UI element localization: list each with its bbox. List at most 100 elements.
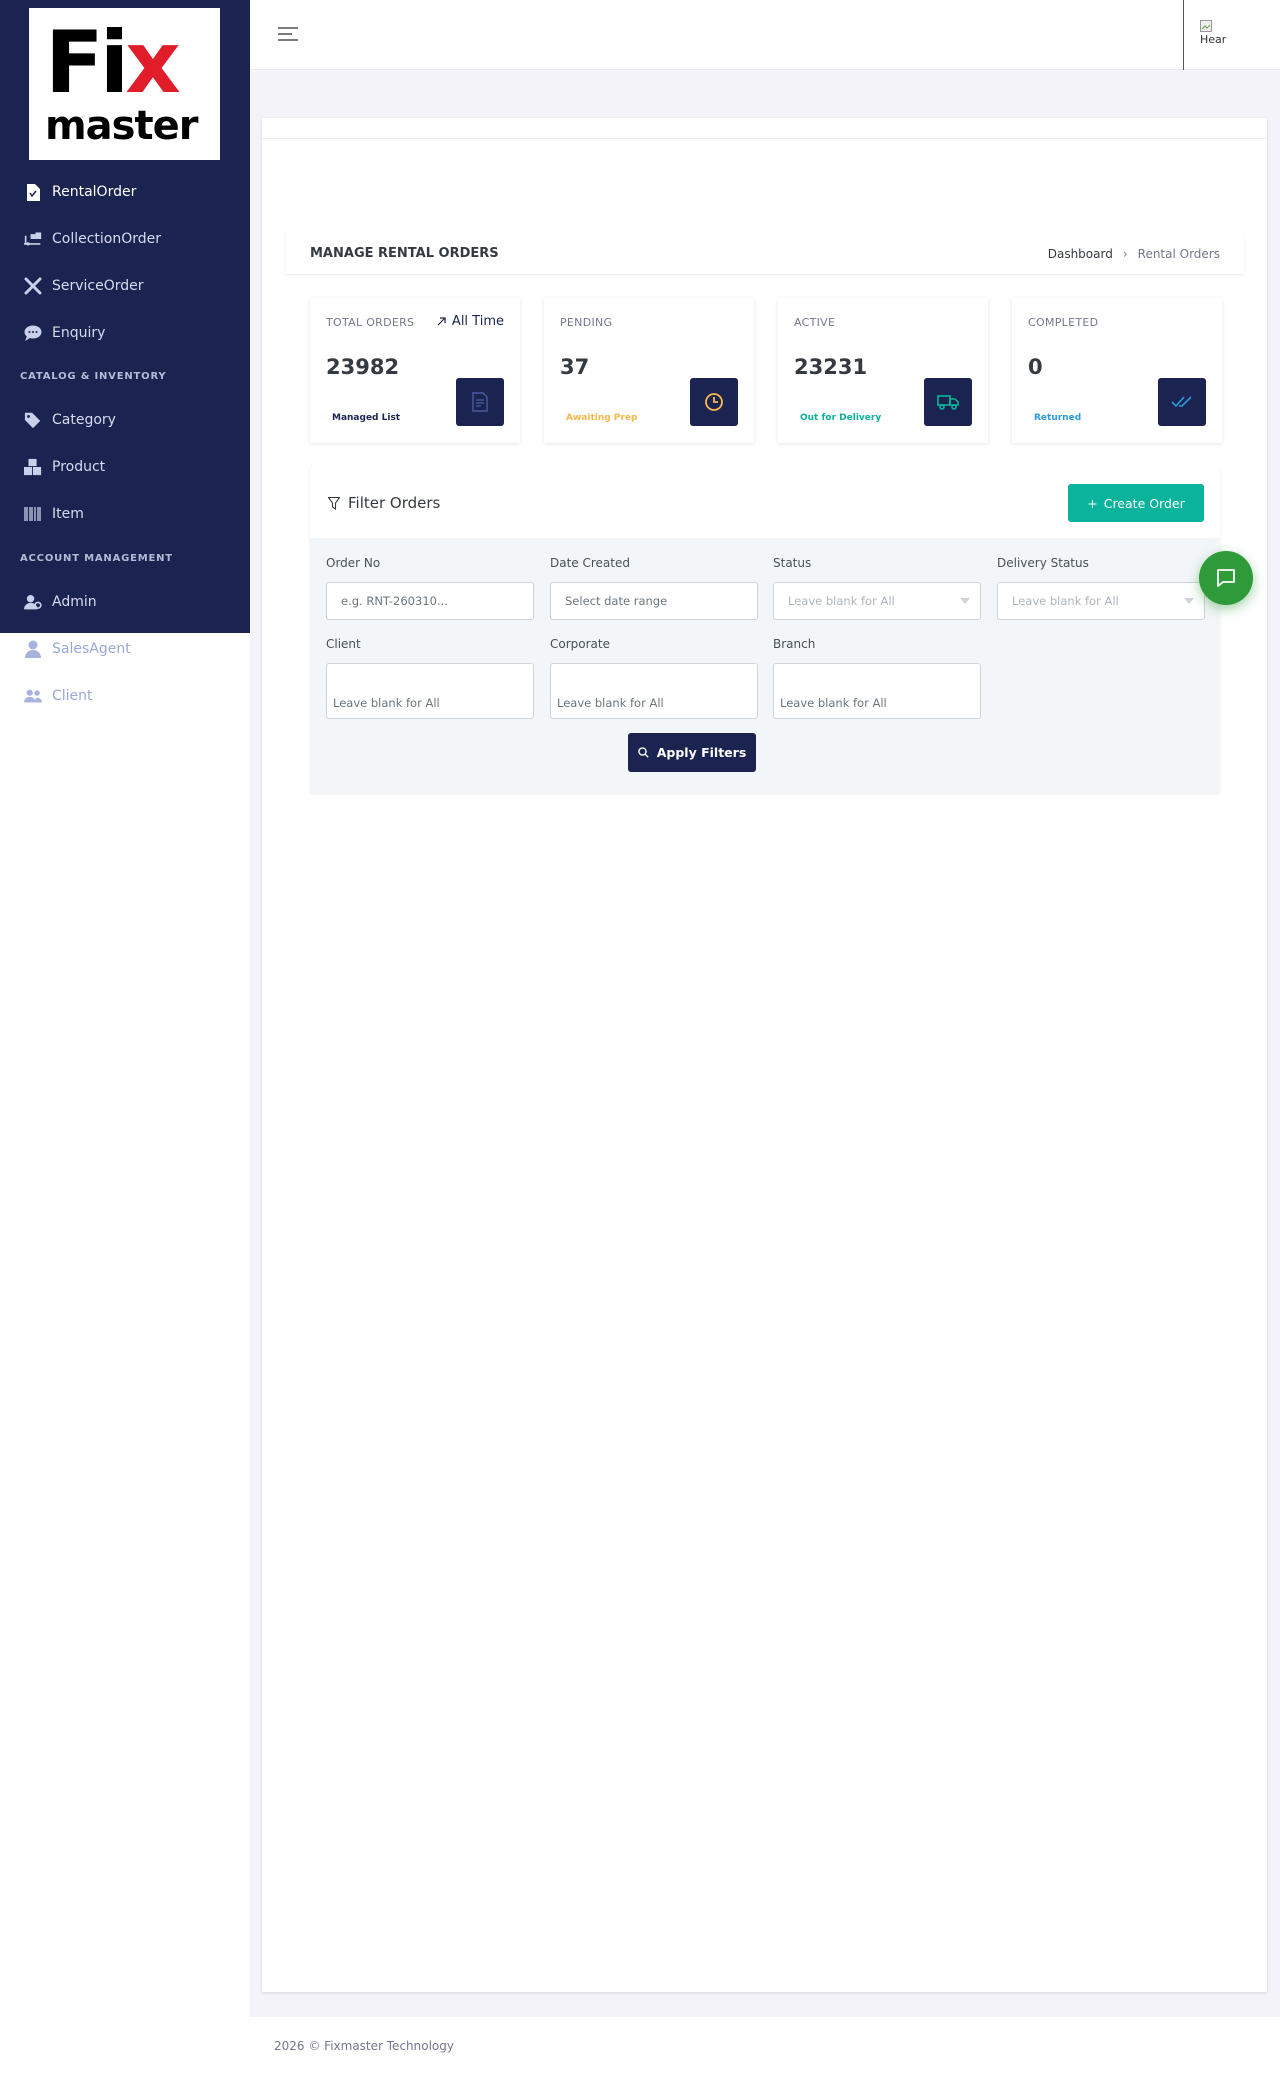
section-heading-account: ACCOUNT MANAGEMENT — [20, 553, 173, 564]
sidebar-item-label: CollectionOrder — [52, 231, 162, 247]
stat-label: COMPLETED — [1028, 316, 1099, 329]
delivery-status-select[interactable]: Leave blank for All — [997, 582, 1205, 620]
stat-subtext: Out for Delivery — [800, 413, 882, 423]
clock-icon — [690, 378, 738, 426]
brand-logo[interactable]: Fix master — [29, 8, 220, 160]
avatar[interactable]: Hear — [1200, 20, 1235, 50]
tags-icon — [24, 411, 42, 429]
comment-icon — [24, 324, 42, 342]
chevron-down-icon — [960, 598, 970, 604]
user-tie-icon — [24, 640, 42, 658]
filter-header: Filter Orders + Create Order — [310, 468, 1220, 538]
delivery-status-value: Leave blank for All — [1012, 594, 1119, 608]
status-select[interactable]: Leave blank for All — [773, 582, 981, 620]
stat-label: PENDING — [560, 316, 613, 329]
stat-label: TOTAL ORDERS — [326, 316, 415, 329]
filter-card: Filter Orders + Create Order Order No e.… — [310, 468, 1220, 793]
stat-card-active: ACTIVE 23231 Out for Delivery — [778, 298, 988, 443]
order-no-placeholder: e.g. RNT-260310... — [341, 594, 448, 608]
sidebar-item-label: Item — [52, 506, 84, 522]
file-icon — [24, 183, 42, 201]
all-time-label: All Time — [451, 314, 504, 329]
avatar-alt-text: Hear — [1200, 33, 1227, 46]
stat-value: 23982 — [326, 355, 400, 379]
page-title-bar: MANAGE RENTAL ORDERS Dashboard › Rental … — [286, 234, 1244, 274]
client-select[interactable]: Leave blank for All — [326, 663, 534, 719]
tools-icon — [24, 277, 42, 295]
filter-title: Filter Orders — [328, 494, 440, 512]
apply-filters-button[interactable]: Apply Filters — [628, 733, 756, 772]
users-icon — [24, 687, 42, 705]
breadcrumb-current: Rental Orders — [1137, 247, 1220, 261]
status-label: Status — [773, 556, 812, 570]
stat-value: 0 — [1028, 355, 1043, 379]
stat-value: 37 — [560, 355, 590, 379]
all-time-link[interactable]: All Time — [437, 314, 504, 329]
stat-subtext: Awaiting Prep — [566, 413, 638, 423]
breadcrumb-dashboard[interactable]: Dashboard — [1048, 247, 1113, 261]
filter-icon — [328, 496, 340, 510]
logo-master-text: master — [45, 103, 198, 149]
card-topline — [262, 138, 1267, 139]
sidebar-item-label: Product — [52, 459, 106, 475]
order-no-label: Order No — [326, 556, 381, 570]
sidebar-item-label: Client — [52, 688, 93, 704]
client-select-value: Leave blank for All — [333, 696, 440, 710]
stat-subtext: Managed List — [332, 413, 401, 423]
sidebar-item-salesagent[interactable]: SalesAgent — [0, 629, 250, 669]
corporate-select-value: Leave blank for All — [557, 696, 664, 710]
stat-card-pending: PENDING 37 Awaiting Prep — [544, 298, 754, 443]
footer: 2026 © Fixmaster Technology — [250, 2017, 1280, 2077]
sidebar-item-product[interactable]: Product — [0, 447, 250, 487]
stat-card-completed: COMPLETED 0 Returned — [1012, 298, 1222, 443]
sidebar-item-label: Admin — [52, 594, 97, 610]
branch-select[interactable]: Leave blank for All — [773, 663, 981, 719]
stat-value: 23231 — [794, 355, 868, 379]
stat-subtext: Returned — [1034, 413, 1082, 423]
plus-icon: + — [1087, 495, 1098, 511]
section-heading-catalog: CATALOG & INVENTORY — [20, 371, 167, 382]
sidebar-item-serviceorder[interactable]: ServiceOrder — [0, 266, 250, 306]
date-range-input[interactable]: Select date range — [550, 582, 758, 620]
corporate-select[interactable]: Leave blank for All — [550, 663, 758, 719]
user-cog-icon — [24, 593, 42, 611]
client-label: Client — [326, 637, 361, 651]
stat-label: ACTIVE — [794, 316, 836, 329]
apply-filters-label: Apply Filters — [656, 745, 747, 760]
broken-image-icon — [1200, 20, 1212, 32]
truck-icon — [924, 378, 972, 426]
top-header: Hear — [250, 0, 1280, 70]
sidebar-item-item[interactable]: Item — [0, 494, 250, 534]
chevron-down-icon — [1184, 598, 1194, 604]
sidebar-item-enquiry[interactable]: Enquiry — [0, 313, 250, 353]
create-order-button[interactable]: + Create Order — [1068, 484, 1204, 522]
chat-icon — [1217, 569, 1235, 587]
header-divider — [1183, 0, 1184, 70]
chat-button[interactable] — [1199, 551, 1253, 605]
filter-form: Order No e.g. RNT-260310... Date Created… — [310, 538, 1220, 793]
sidebar-item-label: SalesAgent — [52, 641, 131, 657]
double-check-icon — [1158, 378, 1206, 426]
sidebar-item-category[interactable]: Category — [0, 400, 250, 440]
sidebar: Fix master RentalOrder CollectionOrder S… — [0, 0, 250, 633]
boxes-icon — [24, 458, 42, 476]
sidebar-item-collectionorder[interactable]: CollectionOrder — [0, 219, 250, 259]
page-title: MANAGE RENTAL ORDERS — [310, 246, 499, 261]
search-icon — [637, 747, 649, 758]
order-no-input[interactable]: e.g. RNT-260310... — [326, 582, 534, 620]
sidebar-item-rentalorder[interactable]: RentalOrder — [0, 172, 250, 212]
sidebar-item-label: Enquiry — [52, 325, 106, 341]
menu-toggle-icon[interactable] — [278, 26, 298, 42]
date-created-label: Date Created — [550, 556, 630, 570]
sidebar-item-admin[interactable]: Admin — [0, 582, 250, 622]
arrow-up-right-icon — [437, 317, 446, 326]
breadcrumb: Dashboard › Rental Orders — [1048, 247, 1220, 261]
sidebar-item-client[interactable]: Client — [0, 676, 250, 716]
logo-fix-text: Fix — [45, 13, 181, 113]
status-select-value: Leave blank for All — [788, 594, 895, 608]
truck-loading-icon — [24, 230, 42, 248]
create-order-label: Create Order — [1103, 495, 1185, 511]
delivery-status-label: Delivery Status — [997, 556, 1089, 570]
breadcrumb-separator: › — [1122, 247, 1128, 261]
sidebar-item-label: ServiceOrder — [52, 278, 144, 294]
